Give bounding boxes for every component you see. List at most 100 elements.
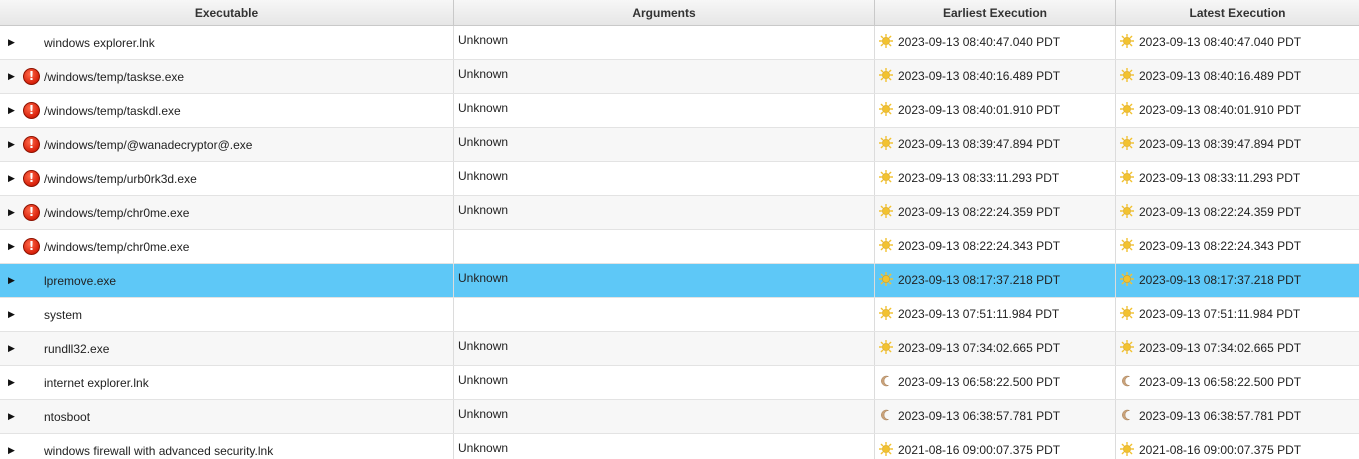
arguments-value: Unknown <box>458 203 509 217</box>
sun-icon <box>1119 271 1135 287</box>
table-row[interactable]: ▶! /windows/temp/urb0rk3d.exe Unknown 2023-… <box>0 162 1359 196</box>
earliest-execution-cell: 2023-09-13 08:17:37.218 PDT <box>875 264 1116 297</box>
arguments-value: Unknown <box>458 169 509 183</box>
table-row[interactable]: ▶! /windows/temp/@wanadecryptor@.exe Unkno… <box>0 128 1359 162</box>
latest-execution-time: 2023-09-13 08:33:11.293 PDT <box>1139 171 1301 185</box>
latest-execution-cell: 2023-09-13 08:40:16.489 PDT <box>1116 60 1359 93</box>
arguments-value: Unknown <box>458 33 509 47</box>
executable-name: /windows/temp/chr0me.exe <box>44 240 190 254</box>
executable-cell: ▶ lpremove.exe <box>0 264 454 297</box>
expand-triangle-icon[interactable]: ▶ <box>8 377 15 388</box>
latest-execution-time: 2023-09-13 07:51:11.984 PDT <box>1139 307 1301 321</box>
sun-icon <box>1119 33 1135 49</box>
table-row[interactable]: ▶! /windows/temp/chr0me.exe Unknown 2023-09… <box>0 196 1359 230</box>
arguments-value: Unknown <box>458 101 509 115</box>
column-header-earliest-execution[interactable]: Earliest Execution <box>875 0 1116 25</box>
table-row[interactable]: ▶ rundll32.exe Unknown 2023-09-13 07:34:02.… <box>0 332 1359 366</box>
sun-icon <box>878 441 894 457</box>
table-row[interactable]: ▶ lpremove.exe Unknown 2023-09-13 08:17:37.… <box>0 264 1359 298</box>
arguments-value: Unknown <box>458 271 509 285</box>
executable-name: /windows/temp/@wanadecryptor@.exe <box>44 138 253 152</box>
executable-name: windows explorer.lnk <box>44 36 155 50</box>
executable-cell: ▶! /windows/temp/taskse.exe <box>0 60 454 93</box>
expand-triangle-icon[interactable]: ▶ <box>8 309 15 320</box>
executable-name: rundll32.exe <box>44 342 110 356</box>
latest-execution-cell: 2023-09-13 08:22:24.359 PDT <box>1116 196 1359 229</box>
warning-icon: ! <box>23 204 40 221</box>
executable-cell: ▶! /windows/temp/chr0me.exe <box>0 196 454 229</box>
sun-icon <box>878 135 894 151</box>
expand-triangle-icon[interactable]: ▶ <box>8 207 15 218</box>
latest-execution-time: 2023-09-13 08:40:16.489 PDT <box>1139 69 1302 83</box>
sun-icon <box>1119 67 1135 83</box>
sun-icon <box>1119 169 1135 185</box>
expand-triangle-icon[interactable]: ▶ <box>8 275 15 286</box>
latest-execution-cell: 2023-09-13 08:17:37.218 PDT <box>1116 264 1359 297</box>
table-row[interactable]: ▶ ntosboot Unknown 2023-09-13 06:38:57.781 … <box>0 400 1359 434</box>
earliest-execution-cell: 2023-09-13 08:40:16.489 PDT <box>875 60 1116 93</box>
arguments-value: Unknown <box>458 339 509 353</box>
table-row[interactable]: ▶ system 2023-09-13 07:51:11.984 PDT 2023-0… <box>0 298 1359 332</box>
table-row[interactable]: ▶! /windows/temp/taskse.exe Unknown 2023-09… <box>0 60 1359 94</box>
sun-icon <box>878 237 894 253</box>
executable-cell: ▶! /windows/temp/chr0me.exe <box>0 230 454 263</box>
executable-cell: ▶ system <box>0 298 454 331</box>
warning-icon: ! <box>23 136 40 153</box>
executable-name: /windows/temp/taskse.exe <box>44 70 185 84</box>
latest-execution-time: 2023-09-13 08:17:37.218 PDT <box>1139 273 1302 287</box>
column-header-arguments[interactable]: Arguments <box>454 0 875 25</box>
expand-triangle-icon[interactable]: ▶ <box>8 343 15 354</box>
table-row[interactable]: ▶ windows explorer.lnk Unknown 2023-09-13 0… <box>0 26 1359 60</box>
column-header-executable[interactable]: Executable <box>0 0 454 25</box>
sun-icon <box>1119 441 1135 457</box>
earliest-execution-cell: 2021-08-16 09:00:07.375 PDT <box>875 434 1116 459</box>
arguments-cell: Unknown <box>454 26 875 59</box>
sun-icon <box>1119 135 1135 151</box>
expand-triangle-icon[interactable]: ▶ <box>8 173 15 184</box>
column-header-latest-execution[interactable]: Latest Execution <box>1116 0 1359 25</box>
expand-triangle-icon[interactable]: ▶ <box>8 241 15 252</box>
earliest-execution-cell: 2023-09-13 07:51:11.984 PDT <box>875 298 1116 331</box>
earliest-execution-cell: 2023-09-13 08:22:24.343 PDT <box>875 230 1116 263</box>
sun-icon <box>1119 305 1135 321</box>
table-row[interactable]: ▶! /windows/temp/taskdl.exe Unknown 2023-09… <box>0 94 1359 128</box>
sun-icon <box>878 169 894 185</box>
latest-execution-cell: 2023-09-13 06:38:57.781 PDT <box>1116 400 1359 433</box>
sun-icon <box>878 305 894 321</box>
earliest-execution-cell: 2023-09-13 08:40:47.040 PDT <box>875 26 1116 59</box>
arguments-cell: Unknown <box>454 434 875 459</box>
expand-triangle-icon[interactable]: ▶ <box>8 37 15 48</box>
latest-execution-cell: 2023-09-13 08:40:47.040 PDT <box>1116 26 1359 59</box>
expand-triangle-icon[interactable]: ▶ <box>8 105 15 116</box>
sun-icon <box>1119 237 1135 253</box>
warning-icon: ! <box>23 238 40 255</box>
table-row[interactable]: ▶ internet explorer.lnk Unknown 2023-09-13 … <box>0 366 1359 400</box>
expand-triangle-icon[interactable]: ▶ <box>8 71 15 82</box>
earliest-execution-cell: 2023-09-13 08:22:24.359 PDT <box>875 196 1116 229</box>
earliest-execution-cell: 2023-09-13 07:34:02.665 PDT <box>875 332 1116 365</box>
executable-cell: ▶! /windows/temp/urb0rk3d.exe <box>0 162 454 195</box>
table-row[interactable]: ▶! /windows/temp/chr0me.exe 2023-09-13 08:… <box>0 230 1359 264</box>
arguments-cell: Unknown <box>454 196 875 229</box>
earliest-execution-time: 2023-09-13 07:51:11.984 PDT <box>898 307 1060 321</box>
expand-triangle-icon[interactable]: ▶ <box>8 411 15 422</box>
warning-icon: ! <box>23 170 40 187</box>
latest-execution-cell: 2023-09-13 08:33:11.293 PDT <box>1116 162 1359 195</box>
latest-execution-time: 2023-09-13 06:38:57.781 PDT <box>1139 409 1302 423</box>
sun-icon <box>878 203 894 219</box>
warning-icon: ! <box>23 68 40 85</box>
earliest-execution-time: 2023-09-13 08:22:24.359 PDT <box>898 205 1061 219</box>
earliest-execution-time: 2023-09-13 08:40:01.910 PDT <box>898 103 1061 117</box>
expand-triangle-icon[interactable]: ▶ <box>8 139 15 150</box>
latest-execution-cell: 2021-08-16 09:00:07.375 PDT <box>1116 434 1359 459</box>
latest-execution-cell: 2023-09-13 08:40:01.910 PDT <box>1116 94 1359 127</box>
sun-icon <box>1119 101 1135 117</box>
table-row[interactable]: ▶ windows firewall with advanced security… <box>0 434 1359 459</box>
latest-execution-time: 2023-09-13 08:40:47.040 PDT <box>1139 35 1302 49</box>
expand-triangle-icon[interactable]: ▶ <box>8 445 15 456</box>
executable-name: internet explorer.lnk <box>44 376 149 390</box>
table-body: ▶ windows explorer.lnk Unknown 2023-09-13 0… <box>0 26 1359 459</box>
latest-execution-time: 2023-09-13 06:58:22.500 PDT <box>1139 375 1302 389</box>
latest-execution-cell: 2023-09-13 06:58:22.500 PDT <box>1116 366 1359 399</box>
earliest-execution-time: 2023-09-13 08:39:47.894 PDT <box>898 137 1061 151</box>
